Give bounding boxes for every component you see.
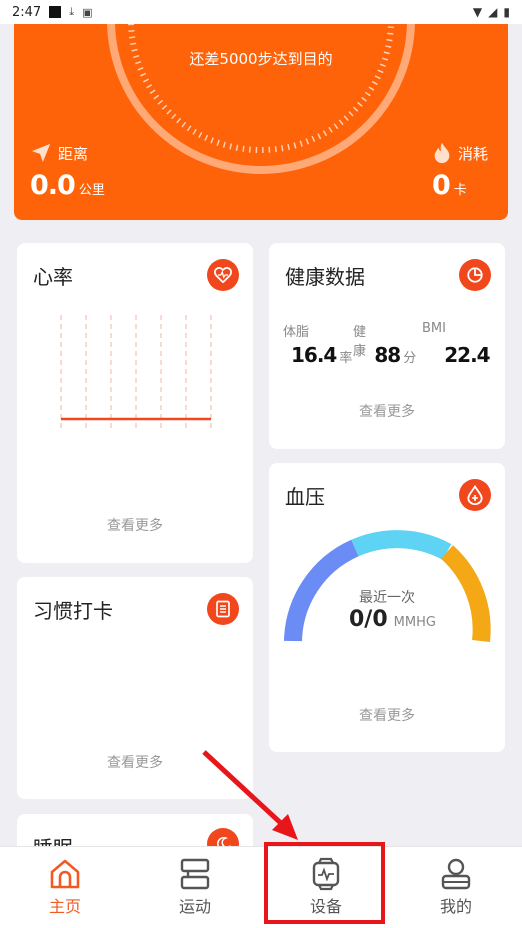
annotation-arrow [202,750,298,840]
device-tab-highlight [264,842,385,924]
